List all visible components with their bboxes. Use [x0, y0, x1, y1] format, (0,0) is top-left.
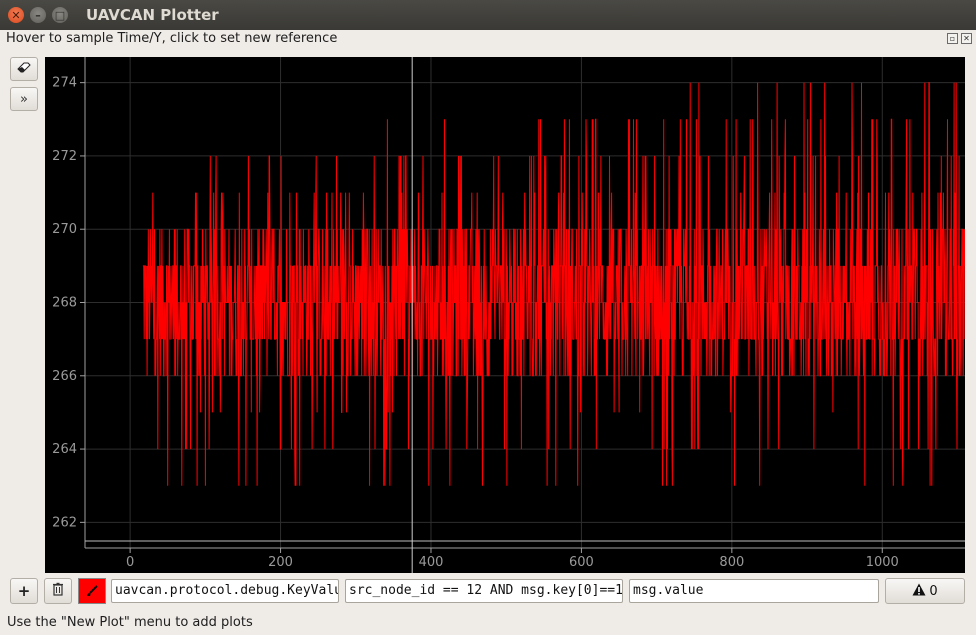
clear-plot-button[interactable]	[10, 57, 38, 81]
brush-icon	[79, 579, 105, 603]
window-minimize-button[interactable]: –	[30, 7, 46, 23]
x-tick-label: 1000	[866, 555, 899, 570]
window-close-button[interactable]: ✕	[8, 7, 24, 23]
dock-float-button[interactable]: ▫	[947, 33, 958, 44]
series-line	[142, 82, 965, 486]
warnings-button[interactable]: 0	[885, 578, 965, 604]
y-tick-label: 266	[52, 369, 77, 384]
x-tick-label: 0	[126, 555, 134, 570]
plot-area[interactable]: 262 264 266 268 270 272 274 0 200 400 600 800 1000	[45, 57, 965, 573]
hover-hint: Hover to sample Time/Y, click to set new…	[6, 31, 338, 46]
plotter-window: Hover to sample Time/Y, click to set new…	[0, 30, 976, 635]
dock-buttons: ▫ ✕	[947, 33, 972, 44]
data-type-field[interactable]: uavcan.protocol.debug.KeyValue	[111, 579, 339, 603]
title-bar: ✕ – □ UAVCAN Plotter	[0, 0, 976, 30]
eraser-icon	[17, 61, 31, 77]
y-tick-label: 272	[52, 149, 77, 164]
window-title: UAVCAN Plotter	[86, 6, 219, 24]
curve-editor-bar: + uavcan.protocol.debug.KeyValue src_nod…	[0, 577, 976, 607]
y-tick-label: 274	[52, 76, 77, 91]
expand-panel-button[interactable]: »	[10, 87, 38, 111]
plot-canvas[interactable]: 262 264 266 268 270 272 274 0 200 400 600 800 1000	[45, 57, 965, 573]
value-expression-field[interactable]: msg.value	[629, 579, 879, 603]
x-tick-label: 400	[419, 555, 444, 570]
curve-color-button[interactable]	[78, 578, 106, 604]
x-tick-label: 800	[719, 555, 744, 570]
dock-close-button[interactable]: ✕	[961, 33, 972, 44]
y-tick-label: 268	[52, 296, 77, 311]
plus-icon: +	[17, 582, 31, 600]
y-tick-label: 270	[52, 222, 77, 237]
y-tick-label: 264	[52, 442, 77, 457]
double-chevron-right-icon: »	[20, 91, 28, 107]
x-tick-label: 200	[268, 555, 293, 570]
trash-icon	[52, 582, 64, 600]
warning-count: 0	[929, 583, 938, 599]
filter-expression-field[interactable]: src_node_id == 12 AND msg.key[0]==100	[345, 579, 623, 603]
warning-icon	[912, 583, 926, 600]
window-maximize-button[interactable]: □	[52, 7, 68, 23]
x-tick-label: 600	[569, 555, 594, 570]
status-bar-message: Use the "New Plot" menu to add plots	[7, 615, 253, 630]
delete-curve-button[interactable]	[44, 578, 72, 604]
y-tick-label: 262	[52, 515, 77, 530]
add-curve-button[interactable]: +	[10, 578, 38, 604]
